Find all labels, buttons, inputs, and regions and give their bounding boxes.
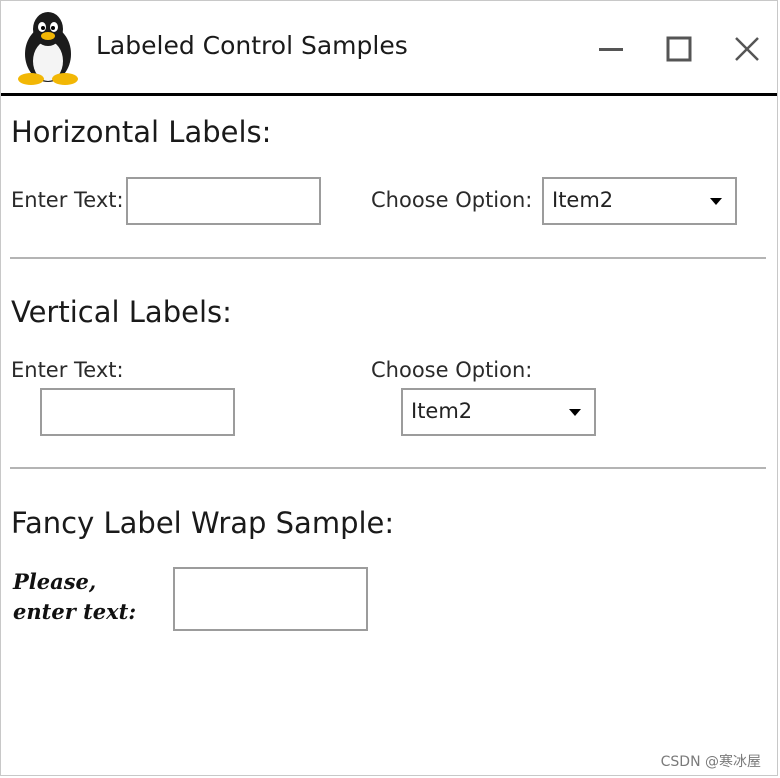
watermark: CSDN @寒冰屋 xyxy=(660,754,761,770)
vertical-option-label: Choose Option: xyxy=(371,358,533,382)
combobox-selected-value: Item2 xyxy=(552,188,614,212)
close-icon[interactable] xyxy=(727,29,767,69)
vertical-section-title: Vertical Labels: xyxy=(11,295,232,329)
title-bar[interactable]: Labeled Control Samples xyxy=(1,1,777,96)
horizontal-section-title: Horizontal Labels: xyxy=(11,115,272,149)
section-separator xyxy=(10,467,766,469)
fancy-text-label: Please, enter text: xyxy=(13,569,137,624)
window-title: Labeled Control Samples xyxy=(96,31,408,60)
fancy-section-title: Fancy Label Wrap Sample: xyxy=(11,506,395,540)
minimize-icon[interactable] xyxy=(591,29,631,69)
fancy-text-input[interactable] xyxy=(173,567,368,631)
horizontal-option-label: Choose Option: xyxy=(371,188,533,212)
horizontal-text-label: Enter Text: xyxy=(11,188,124,212)
linux-penguin-icon xyxy=(18,12,78,85)
horizontal-text-input[interactable] xyxy=(126,177,321,225)
chevron-down-icon xyxy=(710,198,722,205)
combobox-selected-value: Item2 xyxy=(411,399,473,423)
horizontal-option-combobox[interactable]: Item2 xyxy=(542,177,737,225)
vertical-option-combobox[interactable]: Item2 xyxy=(401,388,596,436)
section-separator xyxy=(10,257,766,259)
vertical-text-label: Enter Text: xyxy=(11,358,124,382)
chevron-down-icon xyxy=(569,409,581,416)
app-window: Labeled Control Samples Horizontal Label… xyxy=(0,0,778,776)
vertical-text-input[interactable] xyxy=(40,388,235,436)
maximize-icon[interactable] xyxy=(659,29,699,69)
